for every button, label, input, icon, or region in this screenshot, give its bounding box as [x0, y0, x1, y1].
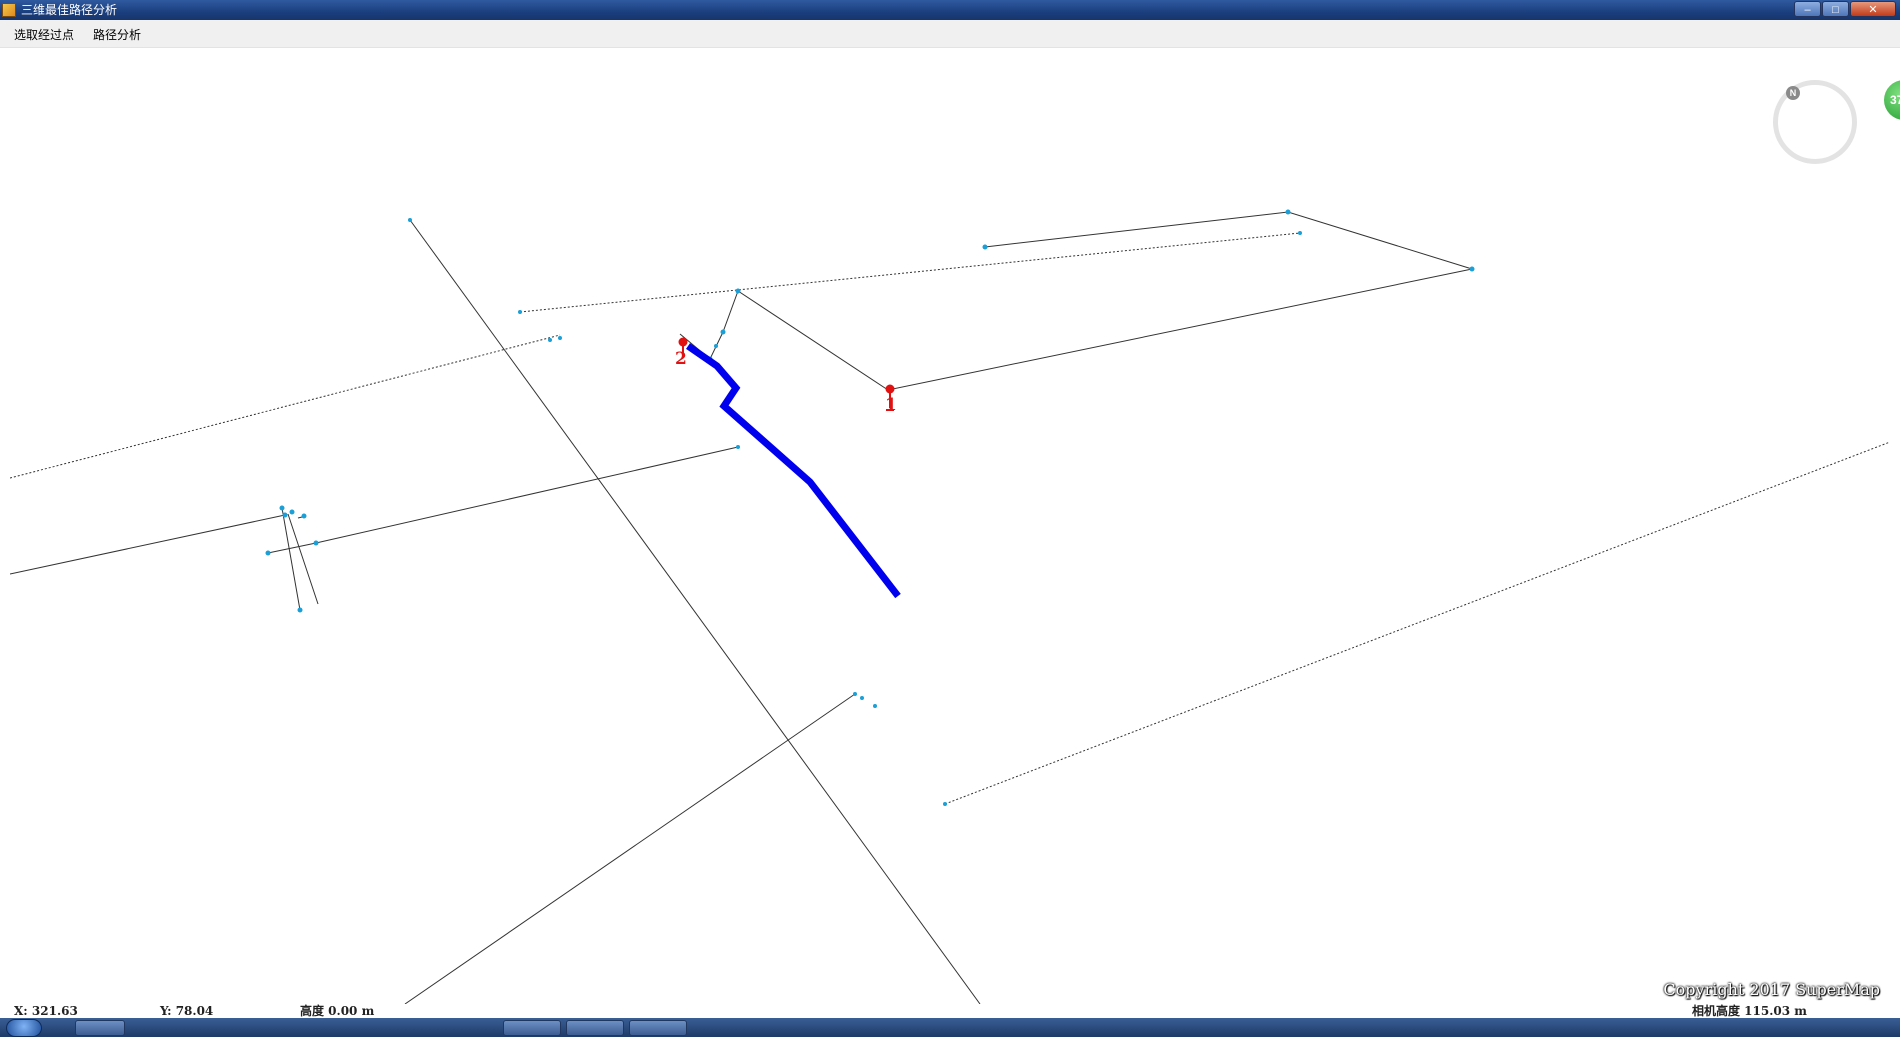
- status-y-coordinate: Y: 78.04: [160, 1004, 214, 1018]
- network-node[interactable]: [297, 607, 303, 613]
- status-x-coordinate: X: 321.63: [14, 1004, 78, 1018]
- network-line: [404, 693, 856, 1004]
- network-node[interactable]: [720, 329, 726, 335]
- network-node[interactable]: [279, 505, 285, 511]
- taskbar-item[interactable]: [75, 1020, 125, 1036]
- network-line: [10, 514, 286, 575]
- network-node[interactable]: [301, 513, 307, 519]
- menu-select-waypoints[interactable]: 选取经过点: [14, 26, 74, 43]
- network-node[interactable]: [735, 288, 741, 294]
- menu-bar: 选取经过点 路径分析: [0, 20, 1900, 48]
- network-node[interactable]: [943, 802, 947, 806]
- status-bar: X: 321.63 Y: 78.04 高度 0.00 m 相机高度 115.03…: [10, 1004, 1890, 1018]
- taskbar-item[interactable]: [629, 1020, 687, 1036]
- compass-north-icon: N: [1786, 86, 1800, 100]
- app-icon: [2, 3, 16, 17]
- marker-head: [678, 337, 688, 347]
- network-line: [679, 290, 889, 391]
- network-node[interactable]: [313, 540, 319, 546]
- scene-viewport[interactable]: 2 1: [10, 48, 1890, 1004]
- network-node[interactable]: [860, 696, 864, 700]
- network-node[interactable]: [853, 692, 857, 696]
- close-button[interactable]: ✕: [1850, 1, 1896, 17]
- marker-label-2: 2: [675, 349, 687, 369]
- network-node[interactable]: [1285, 209, 1291, 215]
- taskbar-item[interactable]: [503, 1020, 561, 1036]
- network-node[interactable]: [265, 550, 271, 556]
- network-line: [409, 219, 981, 1004]
- network-node[interactable]: [714, 344, 718, 348]
- status-height: 高度 0.00 m: [300, 1004, 375, 1018]
- copyright-text: Copyright 2017 SuperMap: [1663, 980, 1880, 999]
- scene-canvas[interactable]: 2 1: [10, 48, 1890, 1004]
- marker-label-1: 1: [885, 395, 897, 415]
- network-node[interactable]: [873, 704, 877, 708]
- network-line: [944, 441, 1890, 805]
- network-node[interactable]: [548, 338, 552, 342]
- stop-marker-2[interactable]: 2: [675, 337, 688, 370]
- window-title: 三维最佳路径分析: [21, 3, 118, 17]
- network-line: [267, 446, 739, 554]
- window-controls: – □ ✕: [1793, 1, 1896, 18]
- menu-path-analysis[interactable]: 路径分析: [93, 26, 141, 43]
- network-node[interactable]: [1469, 266, 1475, 272]
- stop-marker-1[interactable]: 1: [885, 384, 897, 416]
- shortest-path-route: [686, 343, 901, 599]
- start-button[interactable]: [6, 1019, 42, 1037]
- network-line: [10, 334, 561, 479]
- network-node[interactable]: [558, 336, 562, 340]
- network-node[interactable]: [518, 310, 522, 314]
- marker-head: [885, 384, 895, 394]
- taskbar-item[interactable]: [566, 1020, 624, 1036]
- compass-navigation[interactable]: N: [1773, 80, 1857, 164]
- network-node[interactable]: [1298, 231, 1302, 235]
- network-line: [887, 211, 1473, 391]
- network-node[interactable]: [736, 445, 740, 449]
- network-node[interactable]: [982, 244, 988, 250]
- taskbar: [0, 1018, 1900, 1037]
- network-node[interactable]: [408, 218, 412, 222]
- network-line: [519, 232, 1301, 313]
- status-camera-height: 相机高度 115.03 m: [1692, 1004, 1807, 1018]
- title-bar: 三维最佳路径分析 – □ ✕: [0, 0, 1900, 20]
- network-line: [287, 513, 319, 605]
- network-nodes: [265, 209, 1475, 806]
- network-lines: [10, 211, 1890, 1004]
- minimize-button[interactable]: –: [1794, 1, 1821, 17]
- maximize-button[interactable]: □: [1822, 1, 1849, 17]
- network-node[interactable]: [282, 512, 288, 518]
- network-node[interactable]: [289, 509, 295, 515]
